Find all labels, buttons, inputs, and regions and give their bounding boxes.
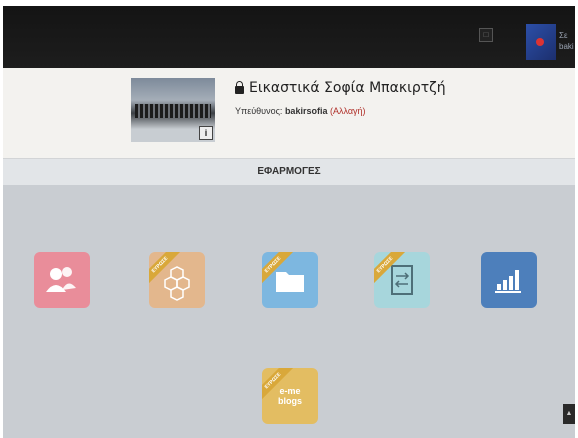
screen: □ Σε baki i Εικαστικά Σοφία Μπακιρτζή Υπ… xyxy=(3,6,575,438)
blogs-label: e-me blogs xyxy=(278,386,302,406)
responsible-line: Υπεύθυνος: bakirsofia (Αλλαγή) xyxy=(235,106,366,116)
course-header: i Εικαστικά Σοφία Μπακιρτζή Υπεύθυνος: b… xyxy=(3,68,575,158)
change-owner-link[interactable]: (Αλλαγή) xyxy=(330,106,366,116)
user-name-preview[interactable]: Σε baki xyxy=(559,30,575,52)
users-icon xyxy=(46,267,76,292)
info-icon[interactable]: i xyxy=(199,126,213,140)
user-avatar[interactable] xyxy=(526,24,556,60)
app-blogs[interactable]: ΕΥΡΩΣΕ e-me blogs xyxy=(262,368,318,424)
app-stats[interactable] xyxy=(481,252,537,308)
course-title: Εικαστικά Σοφία Μπακιρτζή xyxy=(249,80,446,96)
scroll-top-button[interactable]: ▲ xyxy=(563,404,575,424)
apps-section-title: ΕΦΑΡΜΟΓΕΣ xyxy=(257,166,321,177)
app-users[interactable] xyxy=(34,252,90,308)
app-files[interactable]: ΕΥΡΩΣΕ xyxy=(262,252,318,308)
top-bar: □ Σε baki xyxy=(3,6,575,68)
lock-icon xyxy=(235,81,244,94)
apps-grid: ΕΥΡΩΣΕ ΕΥΡΩΣΕ ΕΥΡΩΣΕ ΕΥΡΩΣΕ e-me blogs xyxy=(3,184,575,438)
apps-section-bar: ΕΦΑΡΜΟΓΕΣ xyxy=(3,158,575,185)
notification-icon[interactable]: □ xyxy=(479,28,493,42)
responsible-label: Υπεύθυνος: xyxy=(235,106,283,116)
bar-chart-icon xyxy=(495,270,521,293)
app-team[interactable]: ΕΥΡΩΣΕ xyxy=(149,252,205,308)
app-exchange[interactable]: ΕΥΡΩΣΕ xyxy=(374,252,430,308)
course-thumbnail: i xyxy=(131,78,215,142)
responsible-user: bakirsofia xyxy=(284,106,328,116)
